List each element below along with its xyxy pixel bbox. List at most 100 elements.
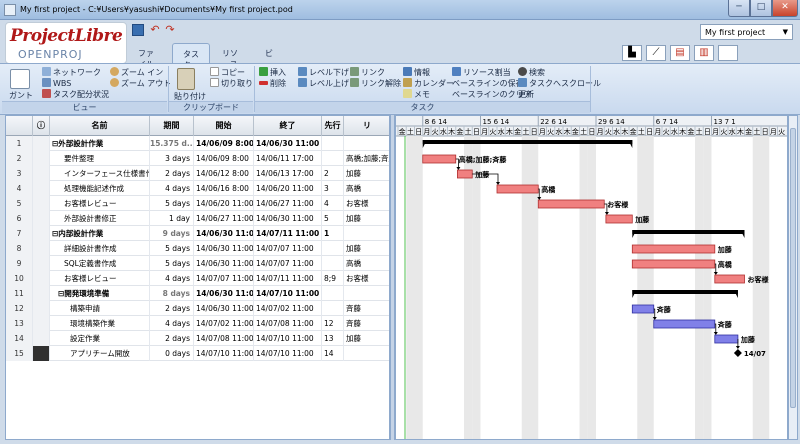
minimize-button[interactable]: ─ <box>728 0 750 17</box>
close-button[interactable]: ✕ <box>772 0 798 17</box>
task-name[interactable]: アプリチーム開放 <box>50 346 150 361</box>
table-row[interactable]: 4 処理機能記述作成 4 days 14/06/16 8:00 14/06/20 11:… <box>6 181 389 196</box>
task-start[interactable]: 14/06/09 8:00 <box>194 151 254 166</box>
header-predecessors[interactable]: 先行 <box>322 116 344 136</box>
row-number[interactable]: 4 <box>6 181 33 196</box>
task-end[interactable]: 14/06/11 17:00 <box>254 151 322 166</box>
task-duration[interactable]: 4 days <box>150 181 194 196</box>
table-row[interactable]: 11 ⊟開発環境準備 8 days 14/06/30 11:00 14/07/10 11… <box>6 286 389 301</box>
network-button[interactable]: ネットワーク <box>42 67 101 78</box>
zoom-in-button[interactable]: ズーム イン <box>110 67 163 78</box>
task-name[interactable]: 外部設計書修正 <box>50 211 150 226</box>
task-resources[interactable] <box>344 286 389 301</box>
task-name[interactable]: ⊟外部設計作業 <box>50 136 150 151</box>
cut-button[interactable]: 切り取り <box>210 78 253 89</box>
tab-resource[interactable]: リソース <box>212 43 254 69</box>
row-indicator[interactable] <box>33 226 50 241</box>
task-usage-button[interactable]: タスク配分状況 <box>42 89 109 100</box>
task-duration[interactable]: 3 days <box>150 151 194 166</box>
undo-icon[interactable]: ↶ <box>149 24 161 36</box>
task-start[interactable]: 14/06/20 11:00 <box>194 196 254 211</box>
task-resources[interactable]: 加藤 <box>344 331 389 346</box>
task-duration[interactable]: 4 days <box>150 271 194 286</box>
task-resources[interactable]: 斉藤 <box>344 301 389 316</box>
tab-view[interactable]: ビュー <box>255 43 287 80</box>
header-end[interactable]: 終了 <box>254 116 322 136</box>
task-resources[interactable]: 高橋 <box>344 181 389 196</box>
task-start[interactable]: 14/06/27 11:00 <box>194 211 254 226</box>
task-name[interactable]: お客様レビュー <box>50 196 150 211</box>
task-end[interactable]: 14/06/20 11:00 <box>254 181 322 196</box>
unlink-button[interactable]: リンク解除 <box>350 78 401 89</box>
task-resources[interactable] <box>344 346 389 361</box>
task-duration[interactable]: 2 days <box>150 166 194 181</box>
task-end[interactable]: 14/06/13 17:00 <box>254 166 322 181</box>
vertical-scrollbar[interactable] <box>788 115 798 440</box>
table-row[interactable]: 8 詳細設計書作成 5 days 14/06/30 11:00 14/07/07 11:… <box>6 241 389 256</box>
task-duration[interactable]: 2 days <box>150 331 194 346</box>
task-start[interactable]: 14/06/09 8:00 <box>194 136 254 151</box>
outdent-button[interactable]: レベル上げ <box>298 78 349 89</box>
row-number[interactable]: 13 <box>6 316 33 331</box>
table-row[interactable]: 5 お客様レビュー 5 days 14/06/20 11:00 14/06/27 11:… <box>6 196 389 211</box>
table-row[interactable]: 13 環境構築作業 4 days 14/07/02 11:00 14/07/08 11:… <box>6 316 389 331</box>
blank-view-icon[interactable] <box>718 45 738 61</box>
indent-button[interactable]: レベル下げ <box>298 67 349 78</box>
project-selector[interactable]: My first project ▼ <box>700 24 793 40</box>
task-duration[interactable]: 4 days <box>150 316 194 331</box>
task-start[interactable]: 14/07/02 11:00 <box>194 316 254 331</box>
redo-icon[interactable]: ↷ <box>164 24 176 36</box>
task-end[interactable]: 14/06/30 11:00 <box>254 211 322 226</box>
find-button[interactable]: 検索 <box>518 67 545 78</box>
row-indicator[interactable] <box>33 196 50 211</box>
task-start[interactable]: 14/07/10 11:00 <box>194 346 254 361</box>
task-start[interactable]: 14/07/08 11:00 <box>194 331 254 346</box>
task-predecessors[interactable] <box>322 256 344 271</box>
task-name[interactable]: 設定作業 <box>50 331 150 346</box>
task-end[interactable]: 14/07/11 11:00 <box>254 271 322 286</box>
row-indicator[interactable] <box>33 301 50 316</box>
header-duration[interactable]: 期間 <box>150 116 194 136</box>
task-name[interactable]: ⊟内部設計作業 <box>50 226 150 241</box>
row-number[interactable]: 7 <box>6 226 33 241</box>
task-predecessors[interactable]: 1 <box>322 226 344 241</box>
task-resources[interactable]: 加藤 <box>344 241 389 256</box>
link-button[interactable]: リンク <box>350 67 385 78</box>
row-number[interactable]: 11 <box>6 286 33 301</box>
row-number[interactable]: 10 <box>6 271 33 286</box>
row-indicator[interactable] <box>33 241 50 256</box>
info-icon[interactable]: ⓘ <box>33 116 50 136</box>
task-predecessors[interactable] <box>322 301 344 316</box>
paste-icon[interactable] <box>177 68 195 90</box>
task-predecessors[interactable]: 14 <box>322 346 344 361</box>
row-indicator[interactable] <box>33 166 50 181</box>
task-predecessors[interactable]: 2 <box>322 166 344 181</box>
row-indicator[interactable] <box>33 316 50 331</box>
task-duration[interactable]: 15.375 d... <box>150 136 194 151</box>
task-name[interactable]: インターフェース仕様書作成 <box>50 166 150 181</box>
task-start[interactable]: 14/06/12 8:00 <box>194 166 254 181</box>
row-number[interactable]: 14 <box>6 331 33 346</box>
task-start[interactable]: 14/06/30 11:00 <box>194 226 254 241</box>
row-number[interactable]: 15 <box>6 346 33 361</box>
task-duration[interactable]: 5 days <box>150 196 194 211</box>
task-end[interactable]: 14/07/08 11:00 <box>254 316 322 331</box>
task-resources[interactable]: 斉藤 <box>344 316 389 331</box>
task-name[interactable]: 構築申請 <box>50 301 150 316</box>
row-indicator[interactable] <box>33 151 50 166</box>
task-start[interactable]: 14/06/16 8:00 <box>194 181 254 196</box>
task-end[interactable]: 14/07/10 11:00 <box>254 331 322 346</box>
row-number[interactable]: 8 <box>6 241 33 256</box>
copy-button[interactable]: コピー <box>210 67 245 78</box>
task-resources[interactable] <box>344 226 389 241</box>
table-row[interactable]: 1 ⊟外部設計作業 15.375 d... 14/06/09 8:00 14/06/30… <box>6 136 389 151</box>
task-name[interactable]: ⊟開発環境準備 <box>50 286 150 301</box>
tab-task[interactable]: タスク <box>172 43 210 70</box>
row-indicator[interactable] <box>33 181 50 196</box>
task-start[interactable]: 14/06/30 11:00 <box>194 256 254 271</box>
table-row[interactable]: 3 インターフェース仕様書作成2 days14/06/12 8:0014/06/1… <box>6 166 389 181</box>
task-duration[interactable]: 2 days <box>150 301 194 316</box>
row-number[interactable]: 6 <box>6 211 33 226</box>
task-predecessors[interactable] <box>322 286 344 301</box>
row-number[interactable]: 2 <box>6 151 33 166</box>
